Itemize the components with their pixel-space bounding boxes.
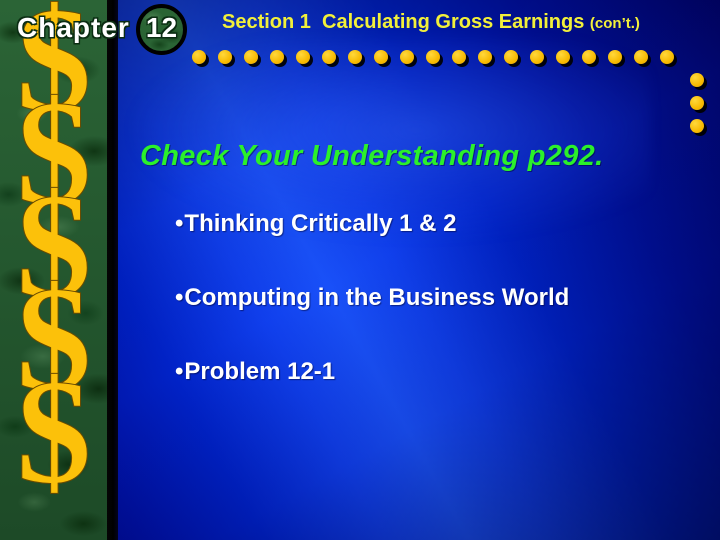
dot-rail-dot <box>530 50 544 64</box>
dot-rail-dot <box>504 50 518 64</box>
bullet-marker-icon: • <box>175 210 184 237</box>
dot-rail-dot <box>608 50 622 64</box>
list-item-label: Problem 12-1 <box>184 358 336 385</box>
dot-rail-dot <box>634 50 648 64</box>
content-heading: Check Your Understanding p292. <box>140 140 604 172</box>
chapter-number: 12 <box>145 12 178 43</box>
dot-rail-dot <box>192 50 206 64</box>
dot-rail-dot <box>400 50 414 64</box>
dot-rail-dot <box>690 96 704 110</box>
header-section-label: Section 1 <box>222 11 311 33</box>
dot-rail-dot <box>296 50 310 64</box>
dot-rail-dot <box>690 73 704 87</box>
dot-rail-dot <box>452 50 466 64</box>
list-item: •Problem 12-1 <box>175 358 335 386</box>
dollar-sign-pattern: $ $ $ $ $ <box>0 0 107 515</box>
list-item: •Thinking Critically 1 & 2 <box>175 210 456 238</box>
chapter-label: Chapter <box>17 12 130 43</box>
dot-rail-dot <box>426 50 440 64</box>
dot-rail-dot <box>218 50 232 64</box>
dollar-sign-icon: $ <box>16 349 92 515</box>
dot-rail-dot <box>244 50 258 64</box>
bullet-marker-icon: • <box>175 284 184 311</box>
header-title: Section 1 Calculating Gross Earnings (co… <box>222 11 640 34</box>
bullet-marker-icon: • <box>175 358 184 385</box>
dot-rail-dot <box>348 50 362 64</box>
dot-rail-dot <box>270 50 284 64</box>
list-item: •Computing in the Business World <box>175 284 569 312</box>
dot-rail-dot <box>582 50 596 64</box>
slide-canvas: $ $ $ $ $ Chapter 12 Section 1 Calculati… <box>0 0 720 540</box>
header-continuation-note: (con’t.) <box>589 15 640 32</box>
dot-rail-dot <box>660 50 674 64</box>
header-section-title: Calculating Gross Earnings <box>322 11 585 33</box>
dot-rail-dot <box>478 50 492 64</box>
list-item-label: Thinking Critically 1 & 2 <box>184 210 457 237</box>
dot-rail-dot <box>690 119 704 133</box>
dot-rail-dot <box>556 50 570 64</box>
sidebar-divider <box>107 0 118 540</box>
dot-rail-dot <box>374 50 388 64</box>
list-item-label: Computing in the Business World <box>184 284 570 311</box>
dot-rail-dot <box>322 50 336 64</box>
sidebar-panel: $ $ $ $ $ <box>0 0 107 540</box>
